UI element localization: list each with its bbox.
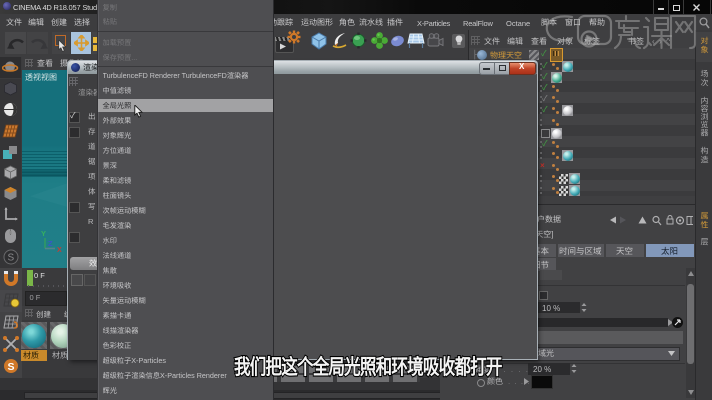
svg-text:S: S <box>8 253 15 264</box>
svg-text:X: X <box>57 247 62 253</box>
svg-text:Y: Y <box>41 229 46 238</box>
svg-text:Z: Z <box>48 239 53 248</box>
svg-text:S: S <box>8 361 15 373</box>
